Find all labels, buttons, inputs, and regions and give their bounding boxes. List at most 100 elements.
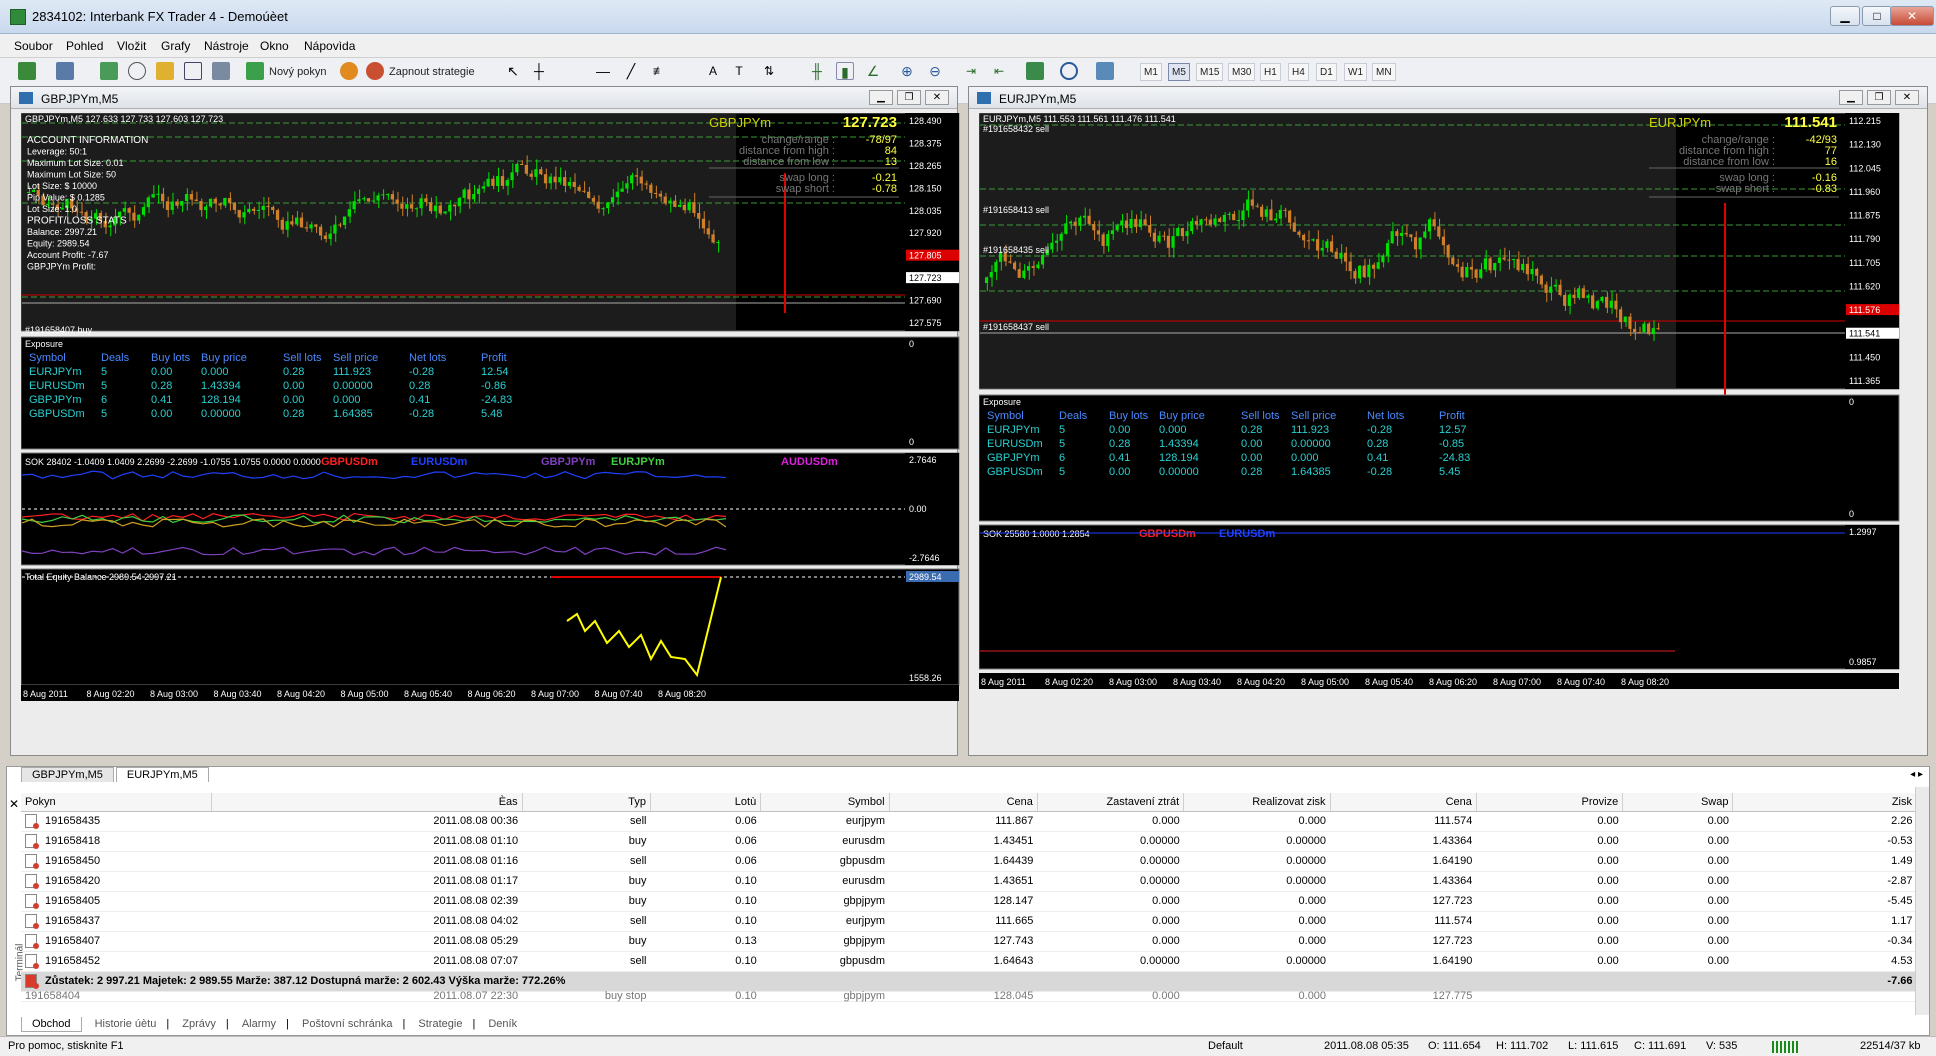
table-row[interactable]: 191658435 2011.08.08 00:36 sell 0.06 eurjpym…: [21, 811, 1917, 832]
cursor-icon[interactable]: ↖: [504, 62, 522, 80]
col-zisk[interactable]: Zisk: [1732, 793, 1917, 812]
menu-pohled[interactable]: Pohled: [66, 39, 103, 53]
navigator-icon[interactable]: [128, 62, 146, 80]
col-tp[interactable]: Realizovat zisk: [1183, 793, 1331, 812]
col-typ[interactable]: Typ: [522, 793, 651, 812]
tester-icon[interactable]: [212, 62, 230, 80]
tab-denik[interactable]: Deník: [478, 1017, 527, 1031]
favorites-icon[interactable]: [156, 62, 174, 80]
tab-zpravy[interactable]: Zprávy: [172, 1017, 226, 1031]
crosshair-icon[interactable]: ┼: [530, 62, 548, 80]
text-icon[interactable]: A: [704, 62, 722, 80]
col-symbol[interactable]: Symbol: [760, 793, 890, 812]
table-row[interactable]: 191658407 2011.08.08 05:29 buy 0.13 gbpjpym 1…: [21, 931, 1917, 952]
tf-mn[interactable]: MN: [1372, 63, 1396, 81]
exposure-header: Buy price: [201, 352, 247, 364]
chart-minimize-button[interactable]: ▁: [1839, 90, 1863, 105]
close-button[interactable]: ✕: [1890, 6, 1934, 26]
label-icon[interactable]: T: [730, 62, 748, 80]
table-row[interactable]: 191658420 2011.08.08 01:17 buy 0.10 eurusdm 1…: [21, 871, 1917, 892]
tf-m30[interactable]: M30: [1228, 63, 1256, 81]
chart-restore-button[interactable]: ❐: [897, 90, 921, 105]
table-row[interactable]: 191658452 2011.08.08 07:07 sell 0.10 gbpusdm…: [21, 951, 1917, 972]
cell: 111.665: [995, 915, 1034, 927]
chart-close-button[interactable]: ✕: [1895, 90, 1919, 105]
zoom-out-icon[interactable]: ⊖: [926, 62, 944, 80]
bar-chart-icon[interactable]: ╫: [808, 62, 826, 80]
candles-icon[interactable]: ▮: [836, 62, 854, 80]
chart-tab-eurjpy[interactable]: EURJPYm,M5: [115, 767, 209, 782]
table-row[interactable]: 191658404 2011.08.07 22:30 buy stop 0.10 gbp…: [21, 991, 1917, 1002]
col-sl[interactable]: Zastavení ztrát: [1037, 793, 1185, 812]
menu-vlozit[interactable]: Vložit: [117, 39, 146, 53]
col-lotu[interactable]: Lotù: [650, 793, 762, 812]
terminal-close-icon[interactable]: ✕: [9, 797, 19, 811]
tab-alarmy[interactable]: Alarmy: [232, 1017, 286, 1031]
tf-w1[interactable]: W1: [1344, 63, 1367, 81]
gbpjpy-chart-svg[interactable]: GBPJPYm,M5 127.633 127.733 127.603 127.7…: [20, 112, 969, 743]
channel-icon[interactable]: ≢: [650, 62, 668, 80]
col-swap[interactable]: Swap: [1622, 793, 1734, 812]
candle: [1339, 252, 1343, 259]
autoscroll-icon[interactable]: ⇥: [962, 62, 980, 80]
col-cena2[interactable]: Cena: [1330, 793, 1477, 812]
candle: [1152, 232, 1156, 242]
market-watch-icon[interactable]: [100, 62, 118, 80]
table-row[interactable]: 191658418 2011.08.08 01:10 buy 0.06 eurusdm 1…: [21, 831, 1917, 852]
chart-area[interactable]: GBPJPYm,M5 127.633 127.733 127.603 127.7…: [20, 112, 969, 743]
eurjpy-chart-svg[interactable]: EURJPYm,M5 111.553 111.561 111.476 111.5…: [978, 112, 1919, 743]
strategies-button[interactable]: Zapnout strategie: [388, 63, 476, 81]
tf-m1[interactable]: M1: [1140, 63, 1162, 81]
tf-d1[interactable]: D1: [1316, 63, 1337, 81]
templates-icon[interactable]: [1096, 62, 1114, 80]
periods-icon[interactable]: [1060, 62, 1078, 80]
menu-napoveda[interactable]: Nápovìda: [304, 39, 355, 53]
new-order-icon[interactable]: [246, 62, 264, 80]
tf-m5[interactable]: M5: [1168, 63, 1190, 81]
hline-icon[interactable]: —: [594, 62, 612, 80]
menu-okno[interactable]: Okno: [260, 39, 289, 53]
profiles-icon[interactable]: [56, 62, 74, 80]
tab-strategie[interactable]: Strategie: [408, 1017, 472, 1031]
candle: [1563, 294, 1567, 306]
arrows-icon[interactable]: ⇅: [760, 62, 778, 80]
candle: [1572, 294, 1576, 298]
col-cena[interactable]: Cena: [889, 793, 1038, 812]
tab-historie[interactable]: Historie úètu: [85, 1017, 167, 1031]
indicators-icon[interactable]: [1026, 62, 1044, 80]
tab-obchod[interactable]: Obchod: [21, 1017, 82, 1032]
zoom-in-icon[interactable]: ⊕: [898, 62, 916, 80]
tab-postovni[interactable]: Poštovní schránka: [292, 1017, 403, 1031]
maximize-button[interactable]: □: [1862, 6, 1892, 26]
terminal-scroll-arrows[interactable]: ◂ ▸: [1910, 769, 1923, 780]
col-provize[interactable]: Provize: [1476, 793, 1624, 812]
tf-h4[interactable]: H4: [1288, 63, 1309, 81]
new-order-button[interactable]: Nový pokyn: [268, 63, 327, 81]
tf-m15[interactable]: M15: [1196, 63, 1224, 81]
chart-tab-gbpjpy[interactable]: GBPJPYm,M5: [21, 767, 114, 782]
strategies-icon[interactable]: [366, 62, 384, 80]
table-row[interactable]: 191658437 2011.08.08 04:02 sell 0.10 eurjpym…: [21, 911, 1917, 932]
col-pokyn[interactable]: Pokyn: [21, 793, 212, 812]
line-chart-icon[interactable]: ∠: [864, 62, 882, 80]
menu-grafy[interactable]: Grafy: [161, 39, 190, 53]
account-info-line: Lot Size: $ 10000: [27, 181, 97, 191]
tf-h1[interactable]: H1: [1260, 63, 1281, 81]
minimize-button[interactable]: ▁: [1830, 6, 1860, 26]
table-row[interactable]: 191658450 2011.08.08 01:16 sell 0.06 gbpusdm…: [21, 851, 1917, 872]
table-row[interactable]: 191658405 2011.08.08 02:39 buy 0.10 gbpjpym 1…: [21, 891, 1917, 912]
menu-nastroje[interactable]: Nástroje: [204, 39, 249, 53]
terminal-icon[interactable]: [184, 62, 202, 80]
candle: [1250, 199, 1254, 206]
chart-shift-icon[interactable]: ⇤: [990, 62, 1008, 80]
chart-minimize-button[interactable]: ▁: [869, 90, 893, 105]
new-chart-icon[interactable]: [18, 62, 36, 80]
trendline-icon[interactable]: ╱: [622, 62, 640, 80]
menu-soubor[interactable]: Soubor: [14, 39, 53, 53]
col-cas[interactable]: Èas: [211, 793, 523, 812]
chart-area[interactable]: EURJPYm,M5 111.553 111.561 111.476 111.5…: [978, 112, 1919, 743]
chart-close-button[interactable]: ✕: [925, 90, 949, 105]
chart-restore-button[interactable]: ❐: [1867, 90, 1891, 105]
terminal-scrollbar[interactable]: [1915, 787, 1929, 1015]
metaeditor-icon[interactable]: [340, 62, 358, 80]
